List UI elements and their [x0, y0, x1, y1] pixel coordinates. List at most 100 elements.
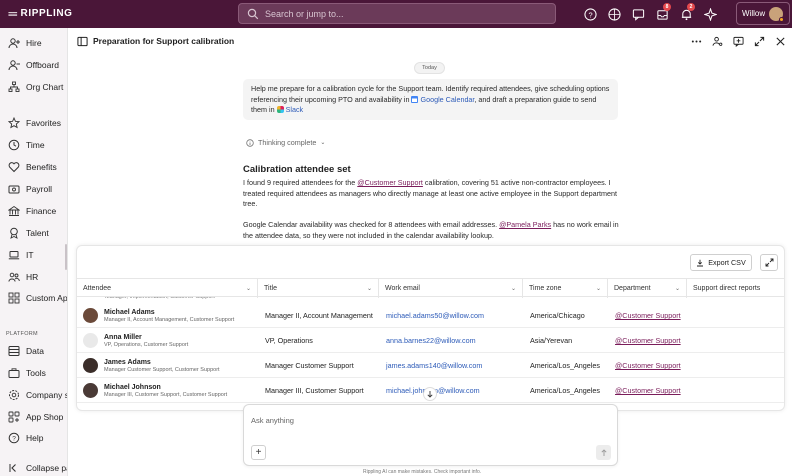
sparkle-icon[interactable]: [698, 5, 722, 23]
shop-icon: [8, 411, 20, 423]
collapse-panel-button[interactable]: Collapse panel: [0, 459, 67, 476]
payroll-icon: [8, 185, 20, 194]
chat-icon[interactable]: [626, 5, 650, 23]
department-link[interactable]: @Customer Support: [615, 336, 681, 345]
offboard-icon: [8, 60, 20, 71]
sidebar-item-hire[interactable]: Hire: [0, 34, 67, 52]
sidebar-item-offboard[interactable]: Offboard: [0, 56, 67, 74]
google-calendar-icon: [411, 95, 419, 103]
thinking-toggle[interactable]: Thinking complete ⌄: [246, 138, 325, 147]
attach-button[interactable]: +: [251, 445, 266, 460]
response-title: Calibration attendee set: [243, 164, 351, 175]
sidebar-item-data[interactable]: Data: [0, 342, 67, 360]
google-calendar-tag[interactable]: Google Calendar: [411, 95, 474, 104]
chevron-down-icon: ⌄: [245, 286, 251, 292]
sidebar-item-label: Benefits: [26, 162, 57, 172]
sidebar-item-finance[interactable]: Finance: [0, 202, 67, 220]
finance-icon: [8, 205, 20, 216]
department-link[interactable]: @Customer Support: [615, 311, 681, 320]
inbox-badge: 8: [663, 3, 671, 11]
title-text: Manager III, Customer Support: [265, 386, 364, 395]
user-menu[interactable]: Willow: [736, 2, 790, 25]
partial-row-subtitle: Manager, Implementation, Customer Suppor…: [105, 297, 215, 300]
department-link[interactable]: @Customer Support: [615, 386, 681, 395]
column-header-label: Work email: [385, 285, 420, 292]
sidebar-item-label: HR: [26, 272, 39, 282]
sidebar-item-help[interactable]: ? Help: [0, 429, 67, 447]
help-icon[interactable]: ?: [578, 5, 602, 23]
table-row[interactable]: James Adams Manager Customer Support, Cus…: [77, 353, 784, 378]
heart-icon: [8, 162, 20, 173]
rippling-logo[interactable]: ≡≡ RIPPLING: [8, 8, 73, 19]
attendee-text: James Adams Manager Customer Support, Cus…: [104, 359, 220, 373]
app-name: RIPPLING: [20, 8, 73, 19]
bell-icon[interactable]: 2: [674, 3, 698, 23]
global-search[interactable]: Search or jump to...: [238, 3, 556, 24]
ask-anything-input[interactable]: [251, 416, 581, 425]
response-text: Google Calendar availability was checked…: [243, 220, 500, 230]
sidebar-item-payroll[interactable]: Payroll: [0, 180, 67, 198]
chevron-down-icon: ⌄: [595, 286, 601, 292]
column-header-work-email[interactable]: Work email ⌄: [379, 279, 523, 298]
dept-cell: @Customer Support: [608, 328, 687, 353]
work-email-link[interactable]: james.adams140@willow.com: [386, 361, 482, 370]
share-people-icon[interactable]: [711, 35, 724, 48]
column-header-time-zone[interactable]: Time zone ⌄: [523, 279, 608, 298]
dept-cell: @Customer Support: [608, 353, 687, 378]
department-link[interactable]: @Customer Support: [615, 361, 681, 370]
export-csv-button[interactable]: Export CSV: [690, 254, 752, 271]
data-icon: [8, 346, 20, 356]
expand-icon: [765, 258, 773, 267]
sidebar-item-talent[interactable]: Talent: [0, 224, 67, 242]
send-button[interactable]: [596, 445, 611, 460]
support-direct-reports-cell: [687, 353, 784, 378]
close-icon[interactable]: [774, 35, 787, 48]
avatar: [83, 333, 98, 348]
chat-composer: +: [243, 404, 618, 466]
sidebar-item-favorites[interactable]: Favorites: [0, 114, 67, 132]
expand-panel-icon[interactable]: [753, 35, 766, 48]
sidebar-item-tools[interactable]: Tools: [0, 364, 67, 382]
globe-icon[interactable]: [602, 5, 626, 23]
sidebar-item-time[interactable]: Time: [0, 136, 67, 154]
column-header-department[interactable]: Department ⌄: [608, 279, 687, 298]
chevron-down-icon: ⌄: [674, 286, 680, 292]
user-name: Willow: [742, 9, 766, 18]
column-header-attendee[interactable]: Attendee ⌄: [77, 279, 258, 298]
email-cell: michael.adams50@willow.com: [379, 303, 523, 328]
sidebar-item-company-settings[interactable]: Company settings: [0, 386, 67, 404]
sidebar-item-it[interactable]: IT: [0, 246, 67, 264]
slack-label: Slack: [285, 105, 304, 114]
response-text: I found 9 required attendees for the: [243, 178, 358, 187]
table-row[interactable]: Michael Adams Manager II, Account Managem…: [77, 303, 784, 328]
new-chat-icon[interactable]: [732, 35, 745, 48]
customer-support-mention[interactable]: @Customer Support: [357, 178, 423, 187]
table-row[interactable]: Anna Miller VP, Operations, Customer Supp…: [77, 328, 784, 353]
title-text: Manager Customer Support: [265, 361, 354, 370]
sidebar-item-benefits[interactable]: Benefits: [0, 158, 67, 176]
google-calendar-label: Google Calendar: [420, 94, 475, 104]
pamela-parks-mention[interactable]: @Pamela Parks: [499, 220, 551, 229]
sidebar-item-label: App Shop: [26, 412, 64, 422]
column-header-support-direct-reports[interactable]: Support direct reports: [687, 279, 784, 298]
scroll-down-button[interactable]: [423, 387, 437, 401]
inbox-icon[interactable]: 8: [650, 3, 674, 23]
expand-table-button[interactable]: [760, 254, 778, 271]
more-options-icon[interactable]: [690, 35, 703, 48]
chevron-down-icon: ⌄: [366, 286, 372, 292]
work-email-link[interactable]: anna.barnes22@willow.com: [386, 336, 476, 345]
sidebar-item-org-chart[interactable]: Org Chart: [0, 78, 67, 96]
email-cell: michael.johnson@willow.com: [379, 378, 523, 403]
sidebar-item-app-shop[interactable]: App Shop: [0, 408, 67, 426]
sidebar-item-label: IT: [26, 250, 34, 260]
work-email-link[interactable]: michael.adams50@willow.com: [386, 311, 484, 320]
sidebar-item-hr[interactable]: HR: [0, 268, 67, 286]
email-cell: anna.barnes22@willow.com: [379, 328, 523, 353]
attendee-name: Michael Adams: [104, 308, 155, 316]
sidebar-item-custom-apps[interactable]: Custom Apps: [0, 289, 67, 307]
column-header-title[interactable]: Title ⌄: [258, 279, 379, 298]
slack-tag[interactable]: Slack: [276, 105, 304, 114]
panel-toggle-icon[interactable]: [76, 35, 89, 48]
avatar: [83, 383, 98, 398]
sidebar-item-label: Help: [26, 433, 44, 443]
